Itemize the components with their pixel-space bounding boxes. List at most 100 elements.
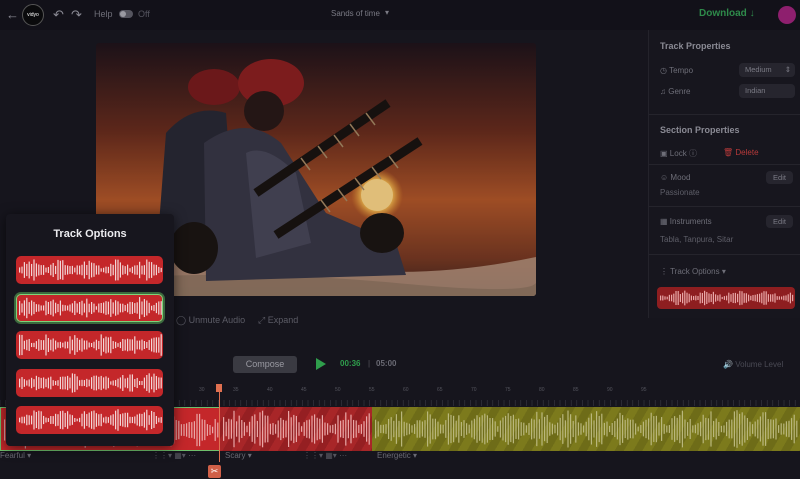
segment-label-energetic[interactable]: Energetic ▾ [377,451,417,460]
waveform-bar [21,416,23,424]
waveform-bar [228,418,230,440]
track-options-toggle[interactable]: ⋮ Track Options ▾ [660,267,726,276]
waveform-bar [110,263,112,277]
track-option-2[interactable] [16,294,163,322]
track-option-5[interactable] [16,406,163,434]
tempo-row: ◷ Tempo [660,66,693,75]
waveform-bar [160,377,162,389]
waveform-bar [107,337,109,353]
waveform-bar [124,412,126,428]
timeline-segment-scary[interactable] [220,407,372,451]
waveform-bar [69,377,71,389]
waveform-bar [105,376,107,390]
track-option-4[interactable] [16,369,163,397]
waveform-bar [668,294,670,302]
waveform-bar [67,265,69,275]
track-option-1[interactable] [16,256,163,284]
waveform-bar [295,415,297,443]
waveform-bar [148,415,150,425]
waveform-bar [141,265,143,275]
delete-button[interactable]: 🗑 Delete [723,148,759,157]
download-button[interactable]: Download ↓ [699,8,755,19]
waveform-bar [269,423,271,435]
waveform-bar [463,420,465,438]
waveform-bar [50,376,52,390]
waveform-bar [622,415,624,443]
user-avatar[interactable] [778,6,796,24]
genre-select[interactable]: Indian [739,84,795,98]
segment-label-fearful[interactable]: Fearful ▾ [0,451,31,460]
scissors-icon[interactable]: ✂ [208,465,221,478]
waveform-bar [136,265,138,275]
redo-icon[interactable]: ↷ [71,7,82,23]
waveform-bar [345,412,347,446]
timeline-segment-energetic[interactable] [372,407,800,451]
mood-row: ☺ Mood [660,173,690,182]
selected-track-waveform[interactable] [657,287,795,309]
waveform-bar [64,341,66,349]
instruments-edit-button[interactable]: Edit [766,215,793,228]
tempo-select[interactable]: Medium ⇕ [739,63,795,77]
waveform-bar [79,380,81,386]
waveform-bar [290,417,292,441]
waveform-bar [311,415,313,443]
app-logo[interactable]: vidyo [22,4,44,26]
expand-button[interactable]: ⤢ Expand [258,315,298,326]
waveform-bar [91,302,93,314]
waveform-bar [98,303,100,313]
arrow-down-icon: ↓ [749,8,755,19]
undo-icon[interactable]: ↶ [53,7,64,23]
segment-tools-fearful[interactable]: ⋮⋮▾ ▦▾ ⋯ [152,451,196,460]
waveform-bar [442,424,444,434]
waveform-bar [79,339,81,351]
waveform-bar [663,424,665,434]
waveform-bar [47,338,49,352]
waveform-bar [98,265,100,275]
waveform-bar [151,305,153,311]
waveform-bar [717,295,719,301]
instrument-icon: ▦ [660,217,668,226]
waveform-bar [146,375,148,391]
compose-button[interactable]: Compose [233,356,297,373]
waveform-bar [666,425,668,433]
waveform-bar [153,373,155,393]
chevron-down-icon[interactable]: ▾ [385,8,389,17]
back-arrow-icon[interactable]: ← [6,7,19,23]
volume-control[interactable]: 🔊 Volume Level [723,360,783,369]
unmute-audio-button[interactable]: ◯ Unmute Audio [176,315,245,326]
project-title[interactable]: Sands of time [331,9,380,18]
segment-label-scary[interactable]: Scary ▾ [225,451,252,460]
waveform-bar [395,414,397,444]
ruler-tick-label: 95 [641,387,647,393]
more-icon[interactable]: ⋯ [188,451,196,460]
waveform-bar [62,342,64,348]
help-toggle[interactable] [119,10,133,18]
playhead-handle[interactable] [216,384,222,392]
more-icon[interactable]: ⋯ [339,451,347,460]
playhead-line [219,392,220,462]
waveform-bar [243,422,245,436]
waveform-bar [74,300,76,316]
track-option-3[interactable] [16,331,163,359]
waveform-bar [567,410,569,448]
waveform-bar [525,425,527,433]
chevron-down-icon: ▾ [721,267,726,276]
waveform-bar [682,292,684,304]
waveform-bar [50,416,52,424]
waveform-bar [88,379,90,387]
waveform-bar [52,416,54,424]
waveform-bar [411,425,413,433]
divider [649,254,800,255]
waveform-bar [21,266,23,274]
waveform-bar [71,339,73,351]
play-icon[interactable] [316,358,326,370]
waveform-bar [585,421,587,437]
mood-edit-button[interactable]: Edit [766,171,793,184]
lock-toggle[interactable]: ▣ Lock ⓘ [660,148,697,159]
waveform-bar [778,296,780,300]
segment-tools-scary[interactable]: ⋮⋮▾ ▦▾ ⋯ [303,451,347,460]
waveform-bar [293,414,295,444]
waveform-bar [69,414,71,426]
waveform-bar [86,340,88,350]
clock-icon: ◷ [660,66,667,75]
